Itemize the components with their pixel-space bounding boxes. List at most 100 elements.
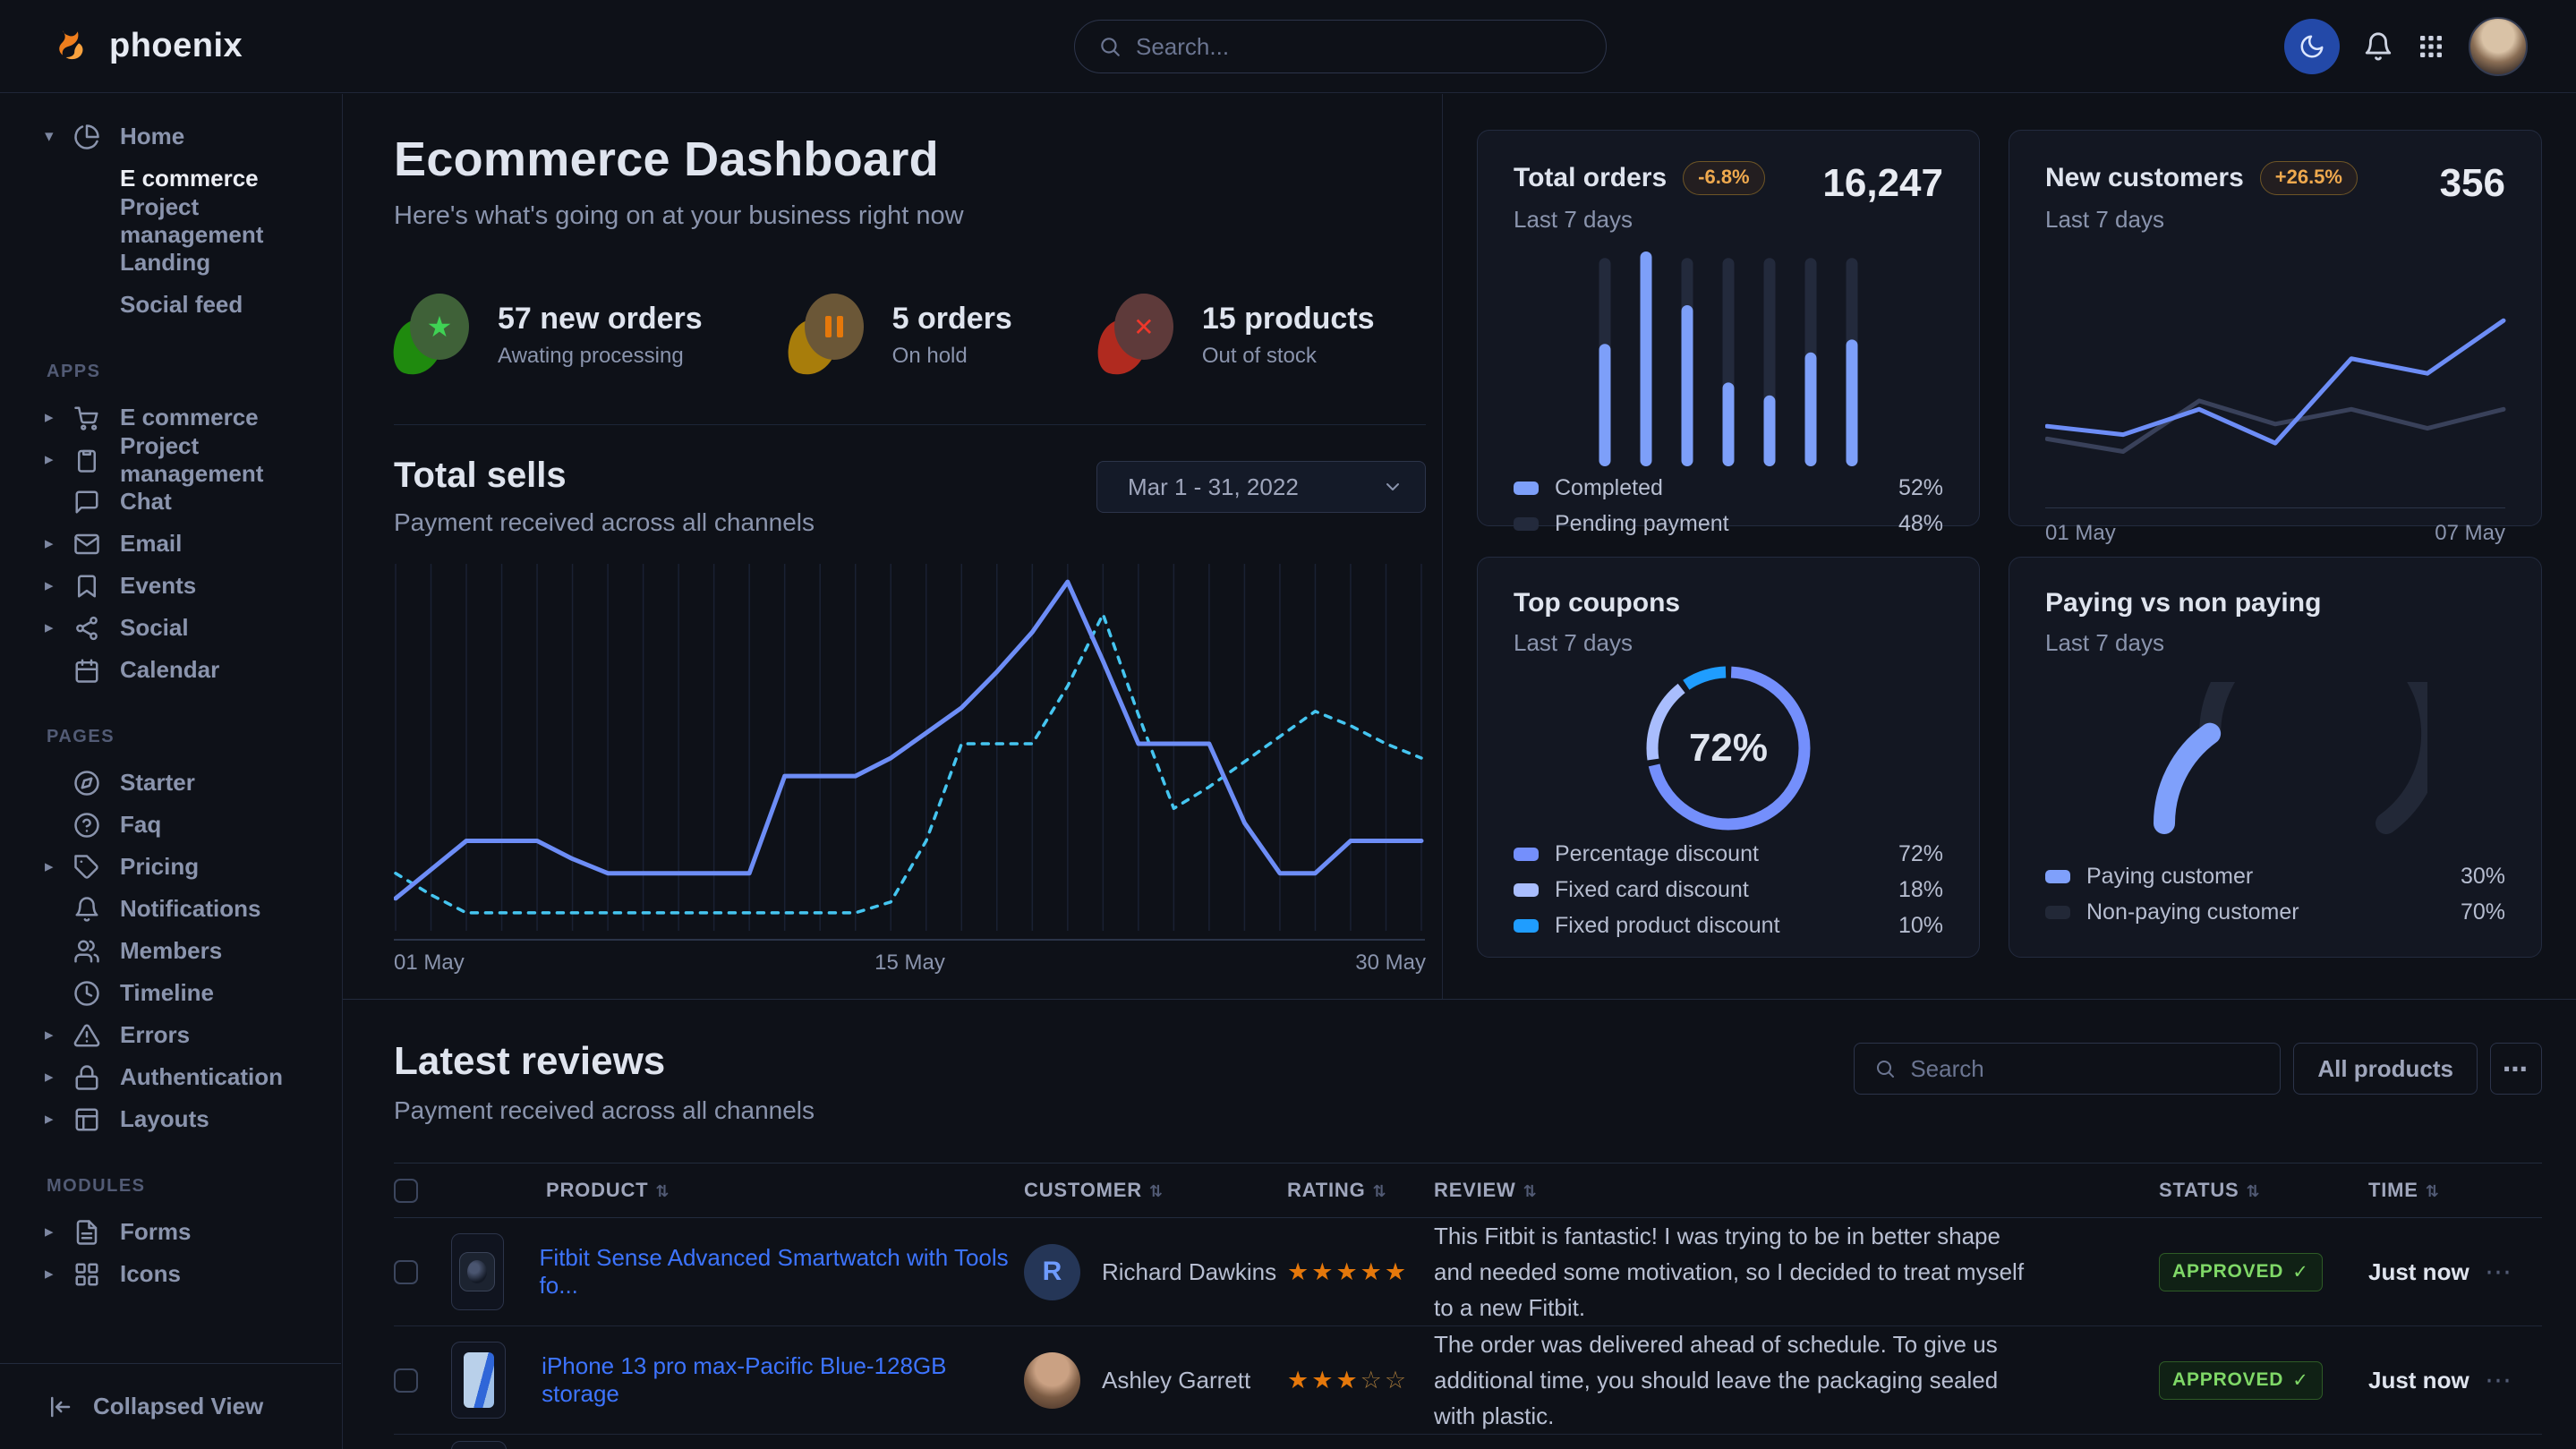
row-checkbox[interactable] — [394, 1260, 418, 1284]
product-thumbnail[interactable] — [451, 1233, 504, 1310]
stat-orders-on-hold: 5 orders On hold — [789, 294, 1012, 376]
sidebar-item-calendar[interactable]: Calendar — [0, 649, 342, 691]
sidebar-item-authentication[interactable]: ▸Authentication — [0, 1056, 342, 1098]
total-orders-legend: Completed52%Pending payment48% — [1514, 470, 1943, 541]
sidebar-item-notifications[interactable]: Notifications — [0, 888, 342, 930]
sidebar-item-label: Events — [120, 572, 196, 600]
card-title: Paying vs non paying — [2045, 588, 2321, 618]
sidebar-item-forms[interactable]: ▸Forms — [0, 1211, 342, 1253]
total-sells-x-axis: 01 May 15 May 30 May — [394, 950, 1426, 976]
notifications-bell-icon[interactable] — [2363, 31, 2393, 62]
collapsed-view-toggle[interactable]: Collapsed View — [0, 1363, 341, 1449]
star-filled-icon: ★ — [1287, 1367, 1311, 1394]
date-range-select[interactable]: Mar 1 - 31, 2022 — [1096, 461, 1426, 513]
column-header-status[interactable]: STATUS⇅ — [2159, 1179, 2368, 1202]
sidebar-item-project-management[interactable]: Project management — [0, 200, 342, 242]
sidebar-item-timeline[interactable]: Timeline — [0, 972, 342, 1014]
donut-center-label: 72% — [1641, 661, 1816, 836]
legend-item: Pending payment48% — [1514, 506, 1943, 541]
brand[interactable]: phoenix — [52, 25, 243, 68]
new-customers-card: New customers +26.5% Last 7 days 356 01 … — [2009, 130, 2542, 526]
check-icon: ✓ — [2292, 1369, 2308, 1392]
sidebar-item-layouts[interactable]: ▸Layouts — [0, 1098, 342, 1140]
sidebar-item-social[interactable]: ▸Social — [0, 607, 342, 649]
collapsed-view-label: Collapsed View — [93, 1393, 263, 1420]
sidebar-item-home[interactable]: ▾Home — [0, 115, 342, 158]
sidebar-item-project-management[interactable]: ▸Project management — [0, 439, 342, 481]
caret-right-icon: ▸ — [45, 1109, 73, 1129]
total-sells-title: Total sells — [394, 456, 815, 496]
sidebar-item-icons[interactable]: ▸Icons — [0, 1253, 342, 1295]
reviews-search-input[interactable] — [1910, 1055, 2260, 1083]
status-badge: APPROVED ✓ — [2159, 1253, 2323, 1291]
stat-title: 57 new orders — [498, 302, 703, 337]
sidebar-item-members[interactable]: Members — [0, 930, 342, 972]
sidebar-section-label: MODULES — [0, 1176, 342, 1197]
theme-toggle-moon-icon[interactable] — [2284, 19, 2340, 74]
global-search[interactable] — [1074, 20, 1607, 73]
top-coupons-donut-chart: 72% — [1641, 661, 1816, 836]
sidebar-item-tables[interactable]: ▸Tables — [0, 1295, 342, 1301]
clipboard-icon — [73, 447, 100, 473]
column-header-rating[interactable]: RATING⇅ — [1287, 1179, 1434, 1202]
total-sells-subtitle: Payment received across all channels — [394, 508, 815, 537]
sidebar-item-faq[interactable]: Faq — [0, 804, 342, 846]
legend-item: Completed52% — [1514, 470, 1943, 506]
page-subtitle: Here's what's going on at your business … — [394, 201, 1426, 231]
sidebar-item-starter[interactable]: Starter — [0, 762, 342, 804]
paying-gauge-chart — [2123, 682, 2427, 836]
caret-right-icon: ▸ — [45, 1264, 73, 1284]
brand-name: phoenix — [109, 27, 243, 65]
delta-badge: -6.8% — [1683, 161, 1764, 195]
card-period: Last 7 days — [2045, 206, 2358, 234]
caret-right-icon: ▸ — [45, 575, 73, 596]
search-input[interactable] — [1136, 33, 1582, 61]
customer-avatar — [1024, 1352, 1080, 1409]
legend-value: 30% — [2461, 864, 2505, 890]
sidebar-item-email[interactable]: ▸Email — [0, 523, 342, 565]
quick-stats: ★ 57 new orders Awating processing 5 ord… — [394, 294, 1426, 376]
star-filled-icon: ★ — [1335, 1367, 1360, 1394]
stat-out-of-stock: ✕ 15 products Out of stock — [1098, 294, 1375, 376]
user-avatar[interactable] — [2469, 17, 2528, 76]
legend-item: Non-paying customer70% — [2045, 894, 2505, 930]
star-filled-icon: ★ — [1287, 1258, 1311, 1285]
column-header-time[interactable]: TIME⇅ — [2368, 1179, 2472, 1202]
bookmark-icon — [73, 573, 100, 600]
reviews-search[interactable] — [1854, 1043, 2281, 1095]
sidebar-item-pricing[interactable]: ▸Pricing — [0, 846, 342, 888]
sidebar-item-events[interactable]: ▸ Events — [0, 565, 342, 607]
new-orders-star-icon: ★ — [394, 294, 471, 376]
select-all-checkbox[interactable] — [394, 1179, 418, 1203]
product-thumbnail[interactable] — [451, 1342, 506, 1419]
row-more-button[interactable]: ⋯ — [2472, 1365, 2542, 1396]
legend-label: Fixed product discount — [1555, 913, 1780, 939]
top-coupons-card: Top coupons Last 7 days 72% Percentage d… — [1477, 557, 1980, 958]
product-link[interactable]: Fitbit Sense Advanced Smartwatch with To… — [540, 1244, 1024, 1300]
column-header-review[interactable]: REVIEW⇅ — [1434, 1179, 2159, 1202]
legend-swatch — [1514, 517, 1539, 531]
review-text: This Fitbit is fantastic! I was trying t… — [1434, 1218, 2069, 1325]
caret-right-icon: ▸ — [45, 1025, 73, 1045]
product-link[interactable]: iPhone 13 pro max-Pacific Blue-128GB sto… — [542, 1352, 1024, 1408]
apps-grid-icon[interactable] — [2417, 32, 2445, 61]
product-thumbnail[interactable] — [451, 1441, 507, 1449]
stat-new-orders: ★ 57 new orders Awating processing — [394, 294, 703, 376]
sidebar-item-social-feed[interactable]: Social feed — [0, 284, 342, 326]
x-tick: 15 May — [874, 950, 945, 976]
all-products-button[interactable]: All products — [2293, 1043, 2478, 1095]
stat-subtitle: Awating processing — [498, 344, 703, 369]
help-icon — [73, 812, 100, 839]
sidebar-item-errors[interactable]: ▸Errors — [0, 1014, 342, 1056]
star-empty-icon: ☆ — [1385, 1367, 1409, 1394]
reviews-more-button[interactable]: ⋯ — [2490, 1043, 2542, 1095]
legend-value: 72% — [1898, 841, 1943, 867]
product-thumbnail-phone — [464, 1352, 494, 1408]
legend-swatch — [1514, 883, 1539, 897]
legend-swatch — [2045, 906, 2070, 919]
column-header-customer[interactable]: CUSTOMER⇅ — [1024, 1179, 1287, 1202]
caret-right-icon: ▸ — [45, 533, 73, 554]
row-checkbox[interactable] — [394, 1368, 418, 1393]
column-header-product[interactable]: PRODUCT⇅ — [451, 1179, 1024, 1202]
row-more-button[interactable]: ⋯ — [2472, 1257, 2542, 1288]
